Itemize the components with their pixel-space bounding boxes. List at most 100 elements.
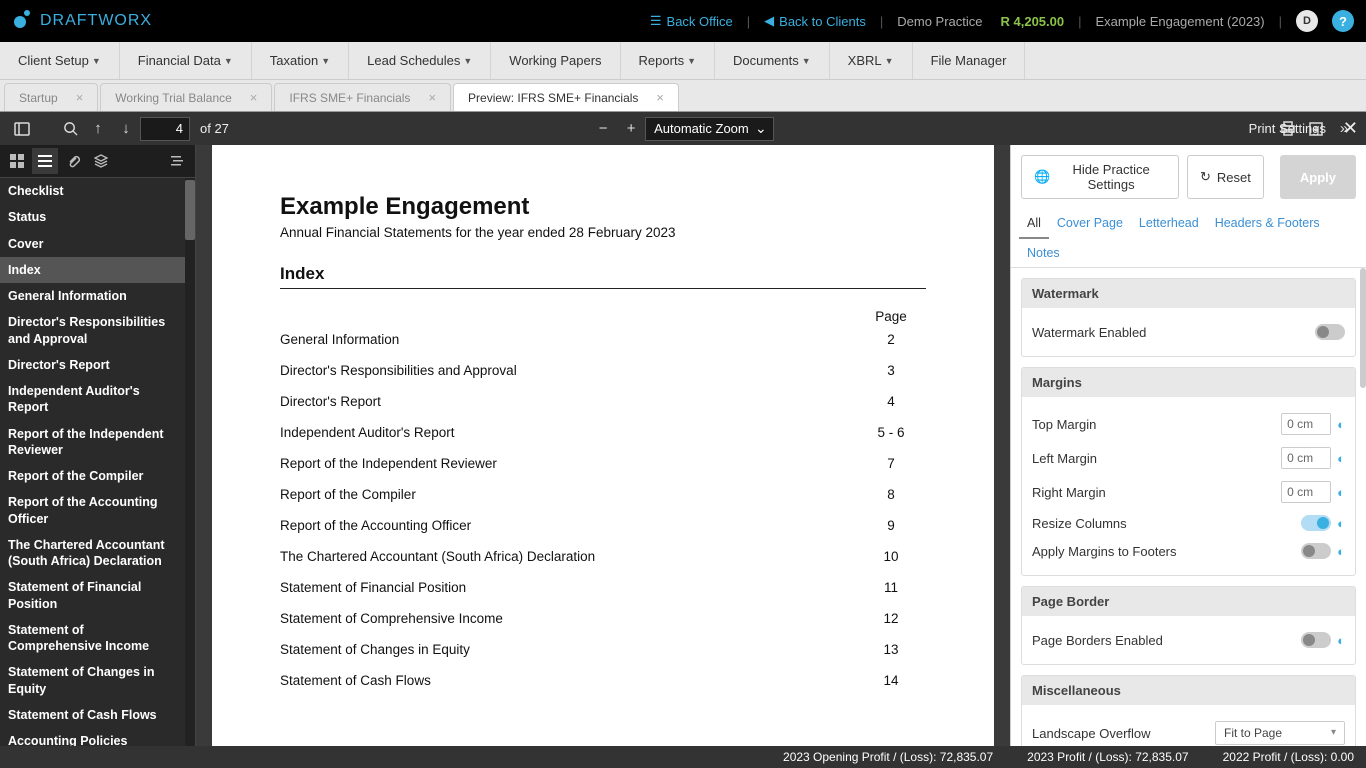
user-avatar[interactable]: D [1296, 10, 1318, 32]
menu-client-setup[interactable]: Client Setup▼ [0, 42, 120, 79]
index-row: The Chartered Accountant (South Africa) … [280, 541, 926, 572]
index-page: 4 [856, 394, 926, 409]
close-icon[interactable]: × [428, 90, 436, 105]
zoom-in-button[interactable]: + [617, 115, 645, 143]
tab-label: Startup [19, 91, 58, 105]
layers-button[interactable] [88, 148, 114, 174]
margins-footer-toggle[interactable] [1301, 543, 1331, 559]
tab-working-trial-balance[interactable]: Working Trial Balance× [100, 83, 272, 111]
outline-item[interactable]: Cover [0, 231, 185, 257]
settings-tab-letterhead[interactable]: Letterhead [1131, 209, 1207, 239]
outline-item[interactable]: Report of the Accounting Officer [0, 489, 185, 532]
next-page-button[interactable]: ↓ [112, 115, 140, 143]
outline-view-button[interactable] [32, 148, 58, 174]
doc-subtitle: Annual Financial Statements for the year… [280, 225, 926, 240]
tab-startup[interactable]: Startup × [4, 83, 98, 111]
reset-icon[interactable]: ◐ [1337, 516, 1345, 531]
apply-button[interactable]: Apply [1280, 155, 1356, 199]
reset-button[interactable]: ↻ Reset [1187, 155, 1264, 199]
outline-item[interactable]: Checklist [0, 178, 185, 204]
page-column-header: Page [856, 309, 926, 324]
reset-icon[interactable]: ◐ [1337, 451, 1345, 466]
document-tabs: Startup×Working Trial Balance×IFRS SME+ … [0, 80, 1366, 112]
border-enabled-label: Page Borders Enabled [1032, 633, 1163, 648]
menu-lead-schedules[interactable]: Lead Schedules▼ [349, 42, 491, 79]
back-clients-label: Back to Clients [779, 14, 866, 29]
engagement-label[interactable]: Example Engagement (2023) [1090, 14, 1271, 29]
margins-section: Margins Top Margin ◐ Left Margin ◐ Right… [1021, 367, 1356, 576]
top-margin-label: Top Margin [1032, 417, 1096, 432]
outline-item[interactable]: Statement of Comprehensive Income [0, 617, 185, 660]
thumbnails-view-button[interactable] [4, 148, 30, 174]
chevron-down-icon: ▼ [885, 56, 894, 66]
outline-scrollbar[interactable] [185, 178, 195, 754]
menu-file-manager[interactable]: File Manager [913, 42, 1026, 79]
tab-label: IFRS SME+ Financials [289, 91, 410, 105]
border-toggle[interactable] [1301, 632, 1331, 648]
index-page: 7 [856, 456, 926, 471]
help-button[interactable]: ? [1332, 10, 1354, 32]
reset-icon[interactable]: ◐ [1337, 485, 1345, 500]
close-panel-button[interactable]: ✕ [1343, 118, 1358, 139]
search-button[interactable] [56, 115, 84, 143]
tab-ifrs-sme-financials[interactable]: IFRS SME+ Financials × [274, 83, 451, 111]
settings-tab-cover-page[interactable]: Cover Page [1049, 209, 1131, 239]
outline-item[interactable]: Report of the Compiler [0, 463, 185, 489]
outline-item[interactable]: Independent Auditor's Report [0, 378, 185, 421]
index-title: Statement of Financial Position [280, 580, 856, 595]
settings-tab-all[interactable]: All [1019, 209, 1049, 239]
outline-item[interactable]: General Information [0, 283, 185, 309]
index-row: Independent Auditor's Report5 - 6 [280, 417, 926, 448]
outline-item[interactable]: The Chartered Accountant (South Africa) … [0, 532, 185, 575]
reset-icon[interactable]: ◐ [1337, 544, 1345, 559]
overflow-select[interactable]: Fit to Page [1215, 721, 1345, 745]
misc-section: Miscellaneous Landscape Overflow Fit to … [1021, 675, 1356, 754]
settings-tab-headers-footers[interactable]: Headers & Footers [1207, 209, 1328, 239]
outline-item[interactable]: Director's Report [0, 352, 185, 378]
reset-icon[interactable]: ◐ [1337, 633, 1345, 648]
menu-xbrl[interactable]: XBRL▼ [830, 42, 913, 79]
left-margin-input[interactable] [1281, 447, 1331, 469]
menu-financial-data[interactable]: Financial Data▼ [120, 42, 252, 79]
prev-page-button[interactable]: ↑ [84, 115, 112, 143]
top-margin-input[interactable] [1281, 413, 1331, 435]
attachments-button[interactable] [60, 148, 86, 174]
sidebar-toggle-button[interactable] [8, 115, 36, 143]
reset-icon[interactable]: ◐ [1337, 417, 1345, 432]
hide-practice-button[interactable]: 🌐 Hide Practice Settings [1021, 155, 1179, 199]
document-viewer[interactable]: Example Engagement Annual Financial Stat… [196, 145, 1010, 754]
outline-item[interactable]: Status [0, 204, 185, 230]
outline-item[interactable]: Director's Responsibilities and Approval [0, 309, 185, 352]
outline-settings-button[interactable] [165, 148, 191, 174]
outline-item[interactable]: Statement of Financial Position [0, 574, 185, 617]
outline-item[interactable]: Statement of Changes in Equity [0, 659, 185, 702]
index-title: Director's Responsibilities and Approval [280, 363, 856, 378]
outline-item[interactable]: Report of the Independent Reviewer [0, 421, 185, 464]
index-page: 12 [856, 611, 926, 626]
close-icon[interactable]: × [76, 90, 84, 105]
close-icon[interactable]: × [250, 90, 258, 105]
menu-reports[interactable]: Reports▼ [621, 42, 715, 79]
back-office-link[interactable]: ☰ Back Office [644, 13, 739, 29]
top-links: ☰ Back Office | ◀ Back to Clients | Demo… [644, 10, 1354, 32]
close-icon[interactable]: × [656, 90, 664, 105]
settings-tab-notes[interactable]: Notes [1019, 239, 1068, 267]
menu-documents[interactable]: Documents▼ [715, 42, 830, 79]
left-margin-label: Left Margin [1032, 451, 1097, 466]
tab-preview-ifrs-sme-financials[interactable]: Preview: IFRS SME+ Financials× [453, 83, 679, 111]
back-clients-link[interactable]: ◀ Back to Clients [758, 13, 872, 29]
settings-scrollbar[interactable] [1360, 268, 1366, 388]
menu-working-papers[interactable]: Working Papers [491, 42, 620, 79]
outline-item[interactable]: Statement of Cash Flows [0, 702, 185, 728]
menu-taxation[interactable]: Taxation▼ [252, 42, 349, 79]
page-number-input[interactable] [140, 117, 190, 141]
watermark-toggle[interactable] [1315, 324, 1345, 340]
pdf-toolbar: ↑ ↓ of 27 − + Automatic Zoom » Print Set… [0, 112, 1366, 145]
zoom-select[interactable]: Automatic Zoom [645, 117, 774, 141]
index-title: Statement of Changes in Equity [280, 642, 856, 657]
outline-item[interactable]: Index [0, 257, 185, 283]
right-margin-input[interactable] [1281, 481, 1331, 503]
resize-columns-toggle[interactable] [1301, 515, 1331, 531]
outline-toolbar [0, 145, 195, 178]
zoom-out-button[interactable]: − [589, 115, 617, 143]
